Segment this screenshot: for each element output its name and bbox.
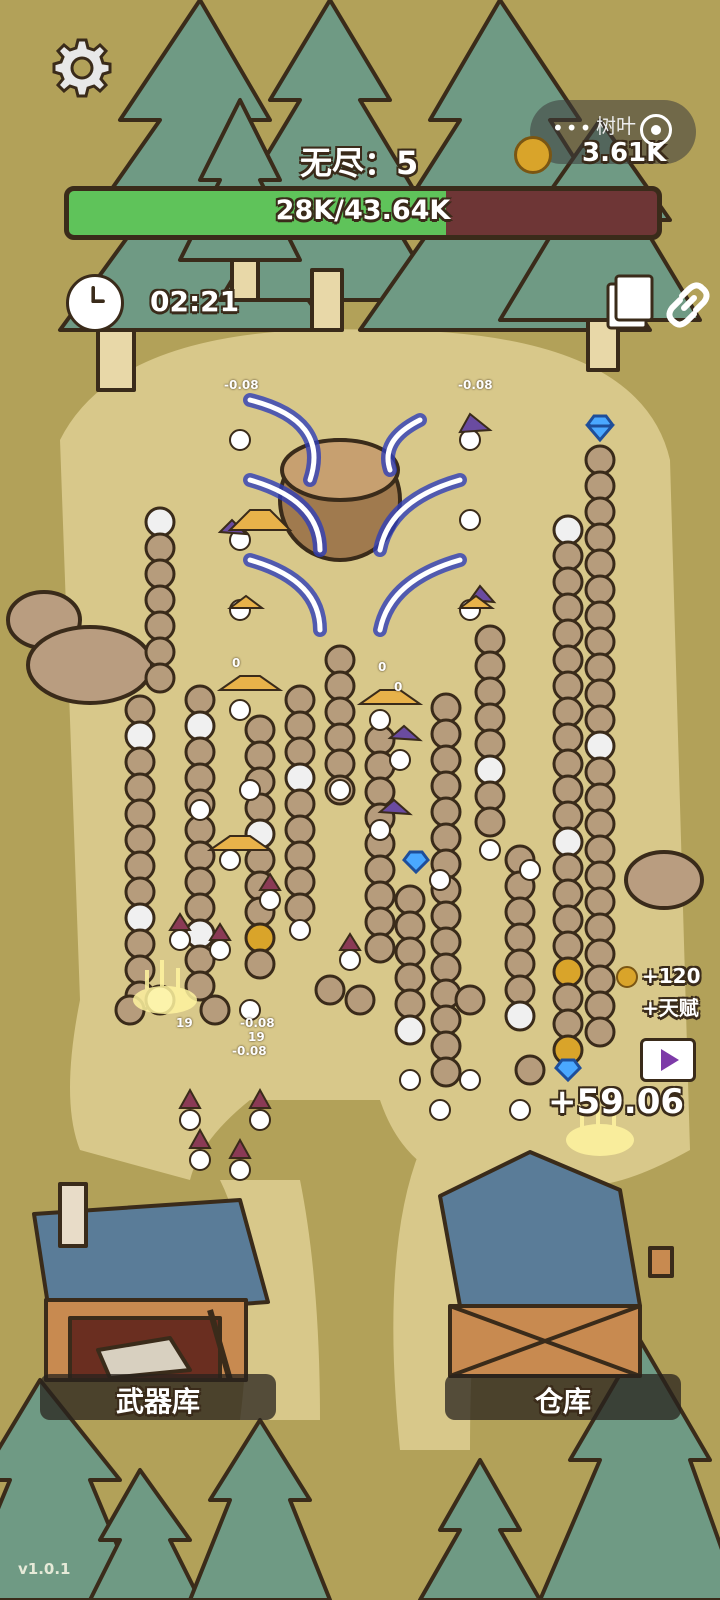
currency-name: 树叶 [596, 114, 636, 138]
settings-gear-icon[interactable] [50, 36, 114, 100]
damage-number: 0 [378, 660, 387, 674]
log-column-mid-right [552, 514, 584, 1066]
damage-number: -0.08 [458, 378, 493, 392]
game-scene [0, 0, 720, 1600]
log-column-right [584, 444, 616, 1048]
damage-number: 0 [394, 680, 403, 694]
coin-icon [514, 136, 552, 174]
clock-icon [66, 274, 124, 332]
storage-label[interactable]: 仓库 [445, 1380, 681, 1420]
close-target-icon[interactable] [640, 114, 672, 146]
boss-hp-bar: 28K/43.64K [64, 186, 662, 240]
damage-number: 0 [232, 656, 241, 670]
damage-number: -0.08 [240, 1016, 275, 1030]
coin-icon [616, 966, 638, 988]
income-popup: +59.06 [548, 1082, 685, 1122]
more-menu-icon[interactable]: ••• [552, 116, 593, 140]
damage-number: -0.08 [232, 1044, 267, 1058]
weapon-armory-building [32, 1182, 270, 1382]
copy-icon[interactable] [604, 274, 656, 332]
link-icon[interactable] [662, 278, 714, 332]
damage-number: 19 [248, 1030, 265, 1044]
reward-amount: +120 [642, 964, 701, 988]
endless-mode-label: 无尽：5 [300, 144, 419, 182]
reward-talent: +天赋 [642, 996, 699, 1020]
version-label: v1.0.1 [18, 1560, 71, 1578]
weapon-armory-label[interactable]: 武器库 [40, 1380, 276, 1420]
watch-video-play-icon[interactable] [640, 1038, 696, 1082]
damage-number: 19 [176, 1016, 193, 1030]
damage-number: -0.08 [224, 378, 259, 392]
timer-text: 02:21 [150, 285, 240, 318]
hp-bar-text: 28K/43.64K [275, 195, 451, 226]
